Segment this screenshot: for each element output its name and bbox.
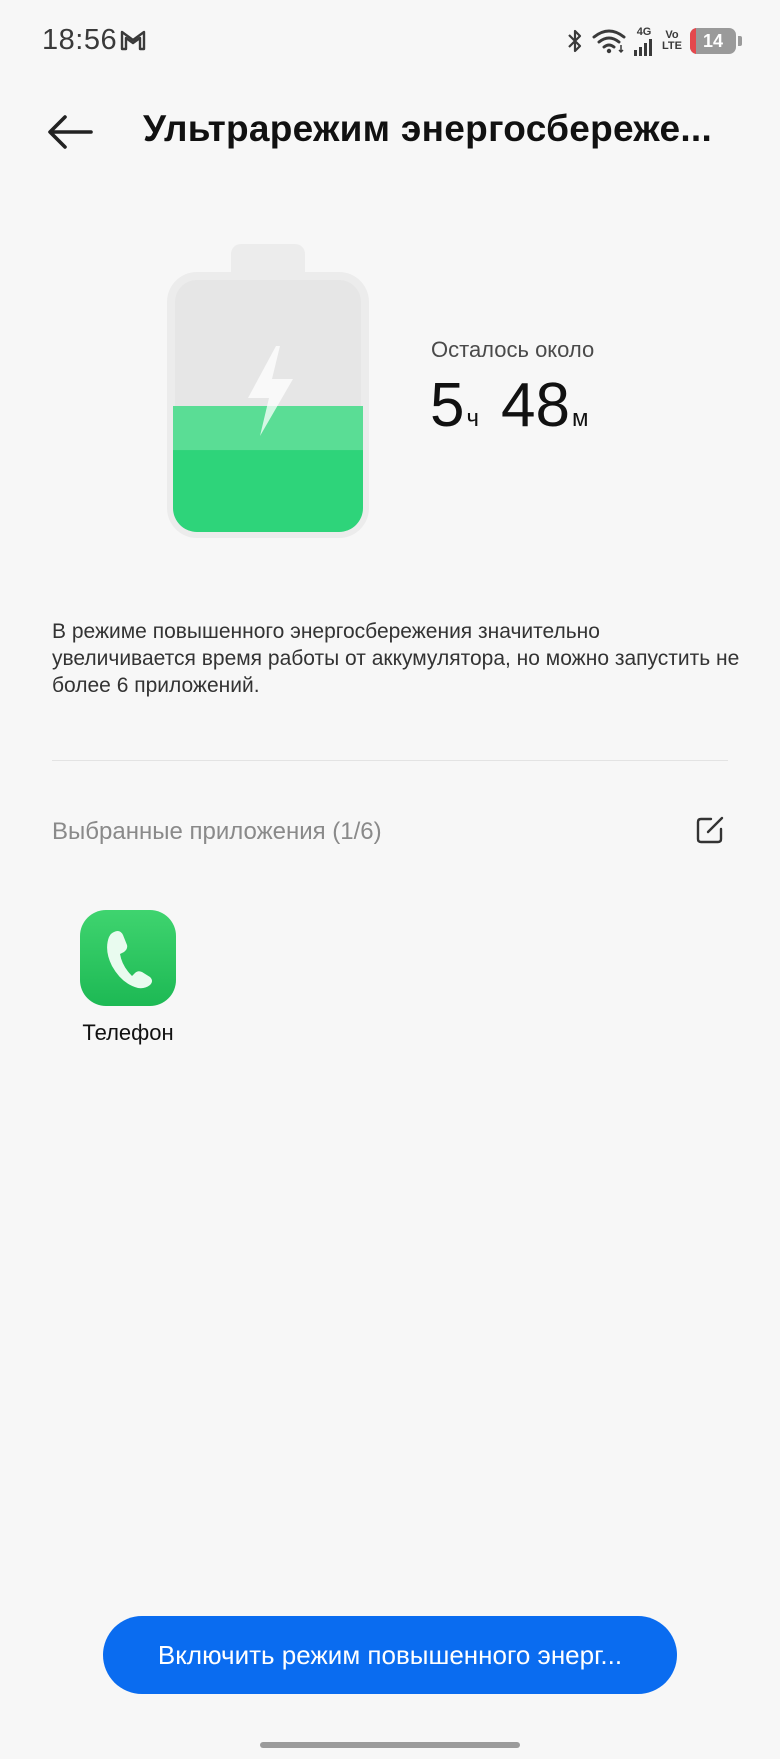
minutes-unit: м (571, 405, 589, 432)
signal-bars-icon (634, 38, 653, 56)
page-title: Ультрарежим энергосбереже... (143, 108, 713, 149)
mode-description: В режиме повышенного энергосбережения зн… (52, 620, 740, 697)
battery-level-fill (690, 28, 697, 54)
battery-illustration (167, 244, 369, 538)
edit-apps-button[interactable] (690, 810, 730, 850)
bluetooth-icon (568, 29, 582, 53)
remaining-time-label: Осталось около (431, 337, 595, 362)
volte-indicator: Vo LTE (662, 30, 682, 52)
edit-icon (696, 816, 724, 844)
phone-app-icon (80, 910, 176, 1006)
app-tile-phone[interactable]: Телефон (70, 910, 186, 1046)
remaining-hours: 5 (430, 371, 465, 440)
enable-mode-button-label: Включить режим повышенного энерг... (157, 1639, 623, 1670)
app-label: Телефон (82, 1020, 174, 1045)
home-indicator[interactable] (260, 1742, 520, 1748)
hours-unit: ч (466, 405, 479, 432)
remaining-minutes: 48 (501, 371, 570, 440)
wifi-icon (592, 29, 626, 54)
selected-apps-header: Выбранные приложения (1/6) (52, 818, 382, 845)
remaining-time-value: 5ч 48м (430, 375, 588, 437)
volte-bottom-label: LTE (662, 40, 682, 52)
signal-4g-indicator: 4G (634, 25, 654, 56)
status-icons: 4G Vo LTE 14 (566, 24, 742, 58)
battery-nub (738, 36, 742, 46)
network-type-label: 4G (636, 25, 652, 38)
battery-indicator: 14 (690, 28, 736, 54)
gmail-icon (120, 30, 146, 51)
arrow-left-icon (48, 115, 93, 149)
battery-level-text: 14 (702, 30, 724, 51)
status-bar: 18:56 4G Vo LTE 14 (0, 0, 780, 84)
back-button[interactable] (40, 106, 100, 158)
status-time: 18:56 (42, 24, 118, 56)
divider (52, 760, 728, 761)
enable-mode-button[interactable]: Включить режим повышенного энерг... (103, 1616, 677, 1694)
phone-icon (107, 931, 152, 989)
app-bar: Ультрарежим энергосбереже... (0, 90, 780, 174)
